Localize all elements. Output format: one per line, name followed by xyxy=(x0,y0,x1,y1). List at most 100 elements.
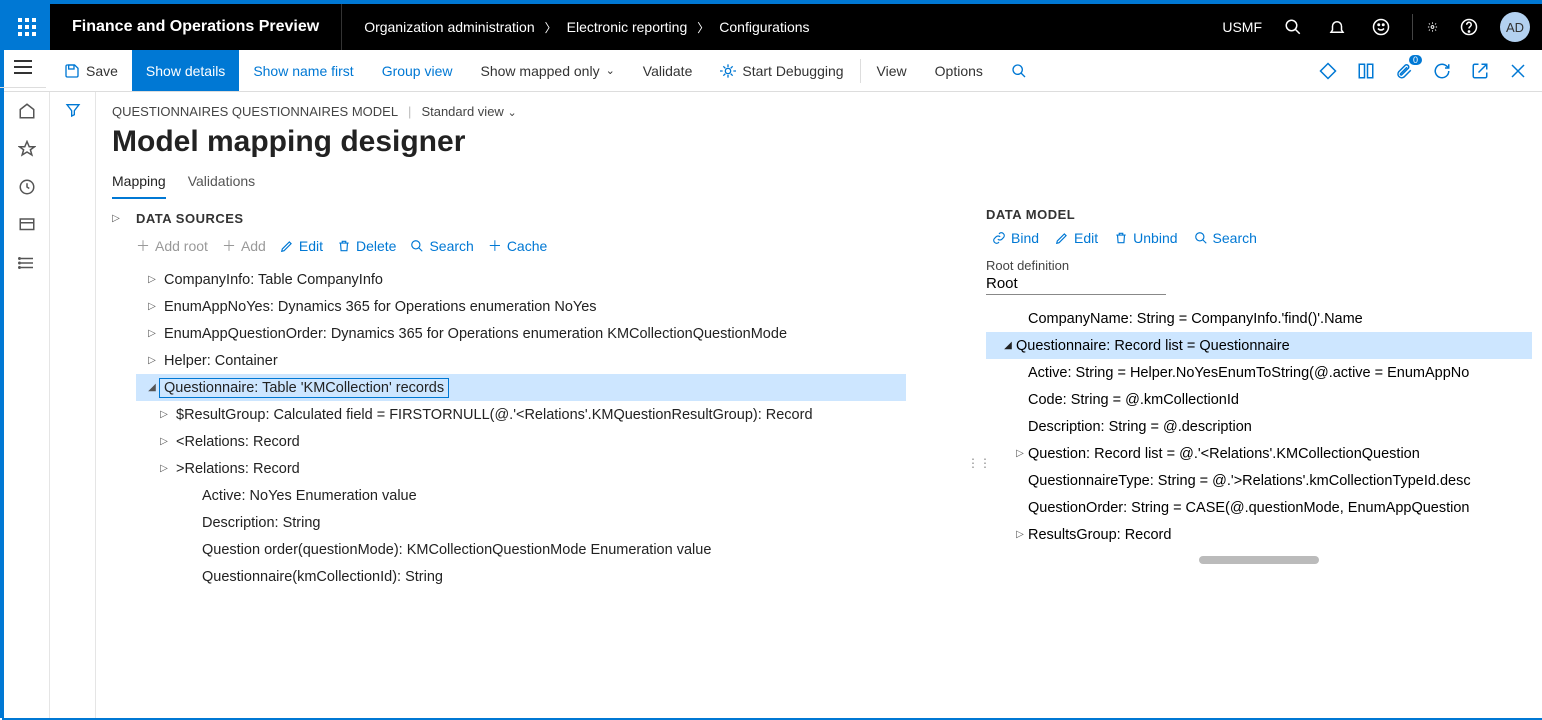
search-icon[interactable] xyxy=(1280,14,1306,40)
data-model-tree-row[interactable]: ▷Question: Record list = @.'<Relations'.… xyxy=(986,440,1532,467)
bind-button[interactable]: Bind xyxy=(992,230,1039,246)
data-source-tree-row[interactable]: ▷>Relations: Record xyxy=(136,455,972,482)
data-model-tree-row[interactable]: QuestionOrder: String = CASE(@.questionM… xyxy=(986,494,1532,521)
tree-arrow-icon[interactable]: ▷ xyxy=(144,328,160,339)
search-button[interactable]: Search xyxy=(410,236,473,256)
data-model-tree-row[interactable]: CompanyName: String = CompanyInfo.'find(… xyxy=(986,305,1532,332)
tree-node-label: Active: NoYes Enumeration value xyxy=(198,487,421,505)
chevron-right-icon: 〉 xyxy=(697,19,709,36)
data-model-tree-row[interactable]: QuestionnaireType: String = @.'>Relation… xyxy=(986,467,1532,494)
tree-node-label: CompanyInfo: Table CompanyInfo xyxy=(160,271,387,289)
page-header: QUESTIONNAIRES QUESTIONNAIRES MODEL | St… xyxy=(96,92,1542,159)
tree-node-label: Questionnaire: Record list = Questionnai… xyxy=(1016,338,1290,354)
start-debugging-button[interactable]: Start Debugging xyxy=(706,50,857,91)
tree-arrow-icon[interactable]: ▷ xyxy=(144,274,160,285)
tree-arrow-icon[interactable]: ▷ xyxy=(144,301,160,312)
tree-arrow-icon[interactable]: ◢ xyxy=(1000,340,1016,351)
hamburger-icon[interactable] xyxy=(0,46,46,88)
bell-icon[interactable] xyxy=(1324,14,1350,40)
group-view-button[interactable]: Group view xyxy=(368,50,467,91)
tree-node-label: EnumAppQuestionOrder: Dynamics 365 for O… xyxy=(160,325,791,343)
tree-arrow-icon[interactable]: ▷ xyxy=(156,463,172,474)
data-model-tree-row[interactable]: ▷ResultsGroup: Record xyxy=(986,521,1532,548)
data-source-tree-row[interactable]: Description: String xyxy=(136,509,972,536)
root-definition-input[interactable] xyxy=(986,273,1166,295)
breadcrumb-item[interactable]: Electronic reporting xyxy=(567,19,688,35)
data-model-tree-row[interactable]: Code: String = @.kmCollectionId xyxy=(986,386,1532,413)
popout-icon[interactable] xyxy=(1466,57,1494,85)
edit-button[interactable]: Edit xyxy=(1055,230,1098,246)
boxes-icon[interactable] xyxy=(1352,57,1380,85)
smile-icon[interactable] xyxy=(1368,14,1394,40)
data-source-tree-row[interactable]: Questionnaire(kmCollectionId): String xyxy=(136,563,972,590)
data-model-tree-row[interactable]: Description: String = @.description xyxy=(986,413,1532,440)
add-button[interactable]: ＋Add xyxy=(222,236,266,256)
data-source-tree-row[interactable]: ▷$ResultGroup: Calculated field = FIRSTO… xyxy=(136,401,972,428)
breadcrumb: Organization administration 〉 Electronic… xyxy=(342,19,809,36)
validate-button[interactable]: Validate xyxy=(629,50,707,91)
show-mapped-only-dropdown[interactable]: Show mapped only ⌄ xyxy=(467,50,629,91)
data-source-tree-row[interactable]: Active: NoYes Enumeration value xyxy=(136,482,972,509)
tree-arrow-icon[interactable]: ▷ xyxy=(156,436,172,447)
clock-icon[interactable] xyxy=(18,178,36,196)
tree-arrow-icon[interactable]: ▷ xyxy=(144,355,160,366)
data-source-tree-row[interactable]: ◢Questionnaire: Table 'KMCollection' rec… xyxy=(136,374,906,401)
data-source-tree-row[interactable]: ▷EnumAppQuestionOrder: Dynamics 365 for … xyxy=(136,320,972,347)
data-source-tree-row[interactable]: ▷EnumAppNoYes: Dynamics 365 for Operatio… xyxy=(136,293,972,320)
tab-validations[interactable]: Validations xyxy=(188,173,255,199)
breadcrumb-item[interactable]: Configurations xyxy=(719,19,809,35)
workspace-icon[interactable] xyxy=(18,216,36,234)
attachments-icon[interactable] xyxy=(1390,57,1418,85)
tree-node-label: $ResultGroup: Calculated field = FIRSTOR… xyxy=(172,406,817,424)
search-button[interactable]: Search xyxy=(1194,230,1257,246)
home-icon[interactable] xyxy=(18,102,36,120)
expand-icon[interactable]: ▷ xyxy=(112,213,120,718)
close-icon[interactable] xyxy=(1504,57,1532,85)
data-source-tree-row[interactable]: ▷CompanyInfo: Table CompanyInfo xyxy=(136,266,972,293)
tree-arrow-icon[interactable]: ◢ xyxy=(144,382,160,393)
view-button[interactable]: View xyxy=(863,50,921,91)
toolbar-search-icon[interactable] xyxy=(997,50,1041,91)
help-icon[interactable] xyxy=(1456,14,1482,40)
filter-icon[interactable] xyxy=(65,102,81,718)
unbind-button[interactable]: Unbind xyxy=(1114,230,1177,246)
star-icon[interactable] xyxy=(18,140,36,158)
tree-node-label: Description: String xyxy=(198,514,324,532)
save-button[interactable]: Save xyxy=(50,50,132,91)
data-source-tree-row[interactable]: Question order(questionMode): KMCollecti… xyxy=(136,536,972,563)
show-name-first-button[interactable]: Show name first xyxy=(239,50,367,91)
add-root-button[interactable]: ＋Add root xyxy=(136,236,208,256)
tree-arrow-icon[interactable]: ▷ xyxy=(1012,529,1028,540)
delete-button[interactable]: Delete xyxy=(337,236,396,256)
search-label: Search xyxy=(429,238,473,254)
data-sources-tree: ▷CompanyInfo: Table CompanyInfo▷EnumAppN… xyxy=(136,266,972,590)
options-button[interactable]: Options xyxy=(921,50,997,91)
avatar[interactable]: AD xyxy=(1500,12,1530,42)
breadcrumb-item[interactable]: Organization administration xyxy=(364,19,534,35)
edit-button[interactable]: Edit xyxy=(280,236,323,256)
splitter[interactable]: ⋮⋮ xyxy=(972,207,986,718)
show-details-button[interactable]: Show details xyxy=(132,50,239,91)
tree-arrow-icon[interactable]: ▷ xyxy=(156,409,172,420)
refresh-icon[interactable] xyxy=(1428,57,1456,85)
tree-node-label: Question order(questionMode): KMCollecti… xyxy=(198,541,715,559)
diamond-icon[interactable] xyxy=(1314,57,1342,85)
modules-icon[interactable] xyxy=(18,254,36,272)
tab-mapping[interactable]: Mapping xyxy=(112,173,166,199)
show-details-label: Show details xyxy=(146,63,225,79)
data-model-tree-row[interactable]: Active: String = Helper.NoYesEnumToStrin… xyxy=(986,359,1532,386)
company-code[interactable]: USMF xyxy=(1222,19,1262,35)
horizontal-scrollbar[interactable] xyxy=(1199,556,1319,564)
data-model-tree-row[interactable]: ◢Questionnaire: Record list = Questionna… xyxy=(986,332,1532,359)
cache-button[interactable]: ＋Cache xyxy=(488,236,547,256)
data-source-tree-row[interactable]: ▷<Relations: Record xyxy=(136,428,972,455)
command-bar: Save Show details Show name first Group … xyxy=(4,50,1542,92)
tree-arrow-icon[interactable]: ▷ xyxy=(1012,448,1028,459)
gear-icon[interactable] xyxy=(1412,14,1438,40)
standard-view-dropdown[interactable]: Standard view ⌄ xyxy=(421,104,516,119)
left-nav-rail xyxy=(4,92,50,718)
data-source-tree-row[interactable]: ▷Helper: Container xyxy=(136,347,972,374)
unbind-label: Unbind xyxy=(1133,230,1177,246)
app-title: Finance and Operations Preview xyxy=(50,4,342,50)
waffle-icon[interactable] xyxy=(4,4,50,50)
